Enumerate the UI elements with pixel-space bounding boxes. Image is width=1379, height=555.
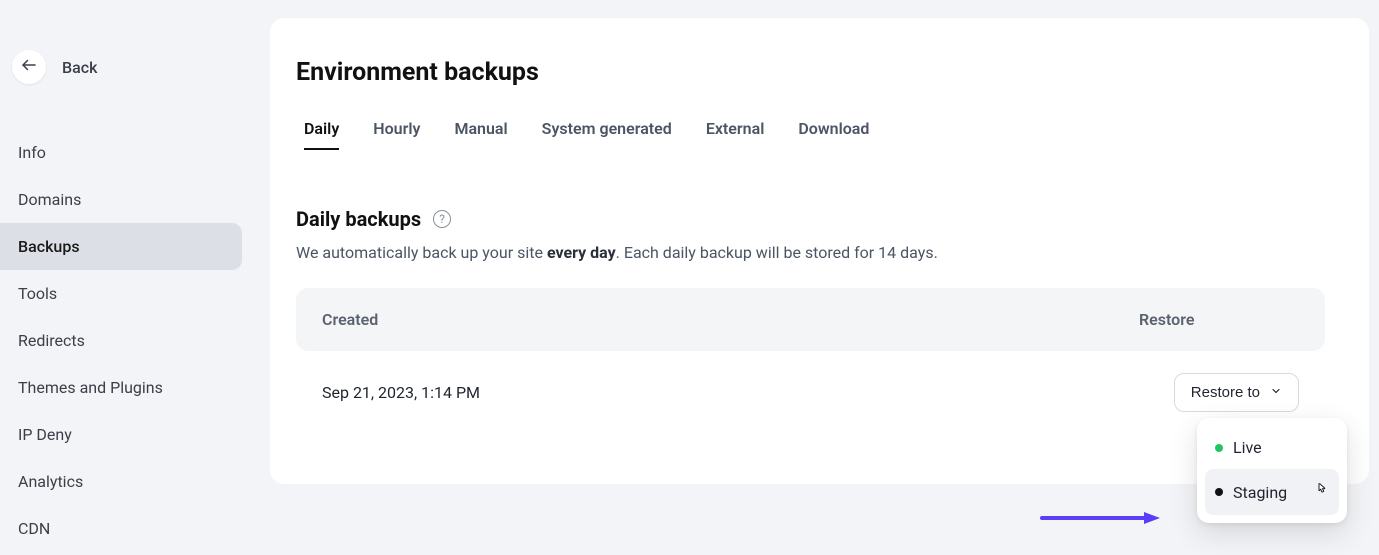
sidebar-item-analytics[interactable]: Analytics: [0, 458, 242, 505]
sidebar-item-domains[interactable]: Domains: [0, 176, 242, 223]
sidebar-item-backups[interactable]: Backups: [0, 223, 242, 270]
table-row: Sep 21, 2023, 1:14 PM Restore to: [296, 351, 1325, 434]
status-dot-icon: [1215, 488, 1223, 496]
cursor-pointer-icon: [1313, 481, 1329, 503]
section-title: Daily backups: [296, 207, 421, 231]
back-row: Back: [0, 50, 270, 84]
desc-bold: every day: [547, 243, 616, 262]
sidebar-item-ip-deny[interactable]: IP Deny: [0, 411, 242, 458]
backups-table: Created Restore Sep 21, 2023, 1:14 PM Re…: [296, 288, 1325, 434]
tab-manual[interactable]: Manual: [454, 119, 507, 150]
cell-restore: Restore to: [1139, 373, 1299, 412]
help-icon[interactable]: ?: [433, 210, 451, 228]
back-button[interactable]: [12, 50, 46, 84]
tab-daily[interactable]: Daily: [304, 119, 339, 150]
sidebar-item-redirects[interactable]: Redirects: [0, 317, 242, 364]
sidebar-item-cdn[interactable]: CDN: [0, 505, 242, 552]
back-label: Back: [62, 58, 97, 77]
tab-hourly[interactable]: Hourly: [373, 119, 420, 150]
card: Environment backups Daily Hourly Manual …: [270, 18, 1369, 484]
status-dot-icon: [1215, 444, 1223, 452]
section-header: Daily backups ?: [296, 207, 1325, 231]
chevron-down-icon: [1270, 384, 1282, 401]
page-title: Environment backups: [296, 58, 1325, 87]
restore-to-button[interactable]: Restore to: [1174, 373, 1299, 412]
main: Environment backups Daily Hourly Manual …: [270, 0, 1379, 555]
dropdown-item-staging[interactable]: Staging: [1205, 469, 1339, 515]
col-created-header: Created: [322, 310, 1139, 329]
restore-to-label: Restore to: [1191, 384, 1260, 401]
section-description: We automatically back up your site every…: [296, 243, 1325, 262]
dropdown-item-label: Staging: [1233, 483, 1287, 502]
tab-system-generated[interactable]: System generated: [542, 119, 672, 150]
tab-download[interactable]: Download: [798, 119, 869, 150]
sidebar-nav: Info Domains Backups Tools Redirects The…: [0, 129, 270, 552]
sidebar: Back Info Domains Backups Tools Redirect…: [0, 0, 270, 555]
desc-pre: We automatically back up your site: [296, 243, 547, 262]
arrow-left-icon: [20, 56, 38, 78]
table-header: Created Restore: [296, 288, 1325, 351]
dropdown-item-live[interactable]: Live: [1205, 426, 1339, 469]
sidebar-item-themes-plugins[interactable]: Themes and Plugins: [0, 364, 242, 411]
tab-external[interactable]: External: [706, 119, 765, 150]
dropdown-item-label: Live: [1233, 438, 1262, 457]
cell-created: Sep 21, 2023, 1:14 PM: [322, 383, 1139, 402]
tabs: Daily Hourly Manual System generated Ext…: [296, 119, 1325, 151]
col-restore-header: Restore: [1139, 310, 1299, 329]
sidebar-item-info[interactable]: Info: [0, 129, 242, 176]
desc-post: . Each daily backup will be stored for 1…: [616, 243, 938, 262]
restore-dropdown: Live Staging: [1197, 418, 1347, 523]
sidebar-item-tools[interactable]: Tools: [0, 270, 242, 317]
